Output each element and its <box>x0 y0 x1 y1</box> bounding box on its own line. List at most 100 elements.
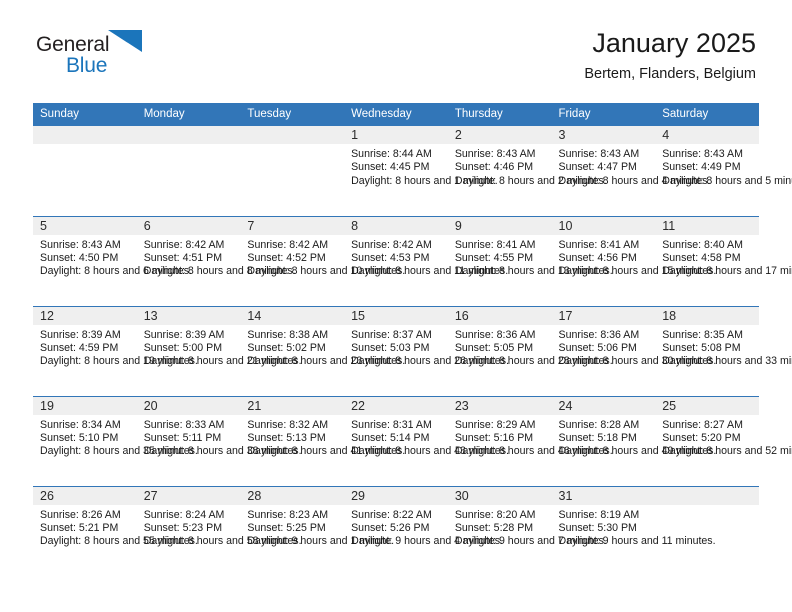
day-number <box>136 126 241 144</box>
calendar-day-cell[interactable]: 9 Sunrise: 8:41 AM Sunset: 4:55 PM Daylight… <box>447 215 613 306</box>
day-number: 24 <box>551 396 656 415</box>
daylight-text: Daylight: 8 hours and 46 minutes. <box>454 445 613 458</box>
day-number: 19 <box>33 396 137 415</box>
day-details: Sunrise: 8:40 AM Sunset: 4:58 PM Daylight:… <box>655 235 792 279</box>
day-details: Sunrise: 8:36 AM Sunset: 5:06 PM Daylight:… <box>552 325 717 369</box>
calendar-day-cell[interactable]: 17 Sunrise: 8:36 AM Sunset: 5:06 PM Dayligh… <box>551 305 717 396</box>
day-details: Sunrise: 8:42 AM Sunset: 4:52 PM Daylight:… <box>240 235 405 279</box>
day-number: 1 <box>344 126 448 144</box>
sunrise-text: Sunrise: 8:36 AM <box>558 328 640 341</box>
calendar-day-cell[interactable]: 6 Sunrise: 8:42 AM Sunset: 4:51 PM Daylight… <box>136 215 296 306</box>
daylight-text: Daylight: 8 hours and 19 minutes. <box>40 355 198 368</box>
day-details: Sunrise: 8:43 AM Sunset: 4:47 PM Daylight:… <box>552 144 711 188</box>
calendar-day-cell[interactable]: 14 Sunrise: 8:38 AM Sunset: 5:02 PM Dayligh… <box>240 305 405 396</box>
calendar-day-cell[interactable]: 19 Sunrise: 8:34 AM Sunset: 5:10 PM Dayligh… <box>33 395 198 486</box>
calendar-day-cell[interactable]: 26 Sunrise: 8:26 AM Sunset: 5:21 PM Dayligh… <box>33 485 198 576</box>
daylight-text: Daylight: 8 hours and 52 minutes. <box>662 445 792 458</box>
day-details: Sunrise: 8:42 AM Sunset: 4:53 PM Daylight:… <box>344 235 509 279</box>
day-number: 7 <box>240 216 345 235</box>
calendar-week-row: 5 Sunrise: 8:43 AM Sunset: 4:50 PM Daylight… <box>33 215 792 306</box>
daylight-text: Daylight: 8 hours and 58 minutes. <box>143 535 302 548</box>
calendar-day-cell[interactable]: 18 Sunrise: 8:35 AM Sunset: 5:08 PM Dayligh… <box>655 305 792 396</box>
sunrise-text: Sunrise: 8:41 AM <box>558 238 640 251</box>
day-details: Sunrise: 8:41 AM Sunset: 4:55 PM Daylight:… <box>448 235 613 279</box>
calendar-cell-empty <box>33 126 137 216</box>
calendar-day-cell[interactable]: 21 Sunrise: 8:32 AM Sunset: 5:13 PM Dayligh… <box>240 395 405 486</box>
sunrise-text: Sunrise: 8:28 AM <box>558 418 640 431</box>
calendar-day-cell[interactable]: 5 Sunrise: 8:43 AM Sunset: 4:50 PM Daylight… <box>33 215 192 306</box>
calendar-day-cell[interactable]: 20 Sunrise: 8:33 AM Sunset: 5:11 PM Dayligh… <box>136 395 302 486</box>
calendar-day-cell[interactable]: 12 Sunrise: 8:39 AM Sunset: 4:59 PM Dayligh… <box>33 305 198 396</box>
daylight-text: Daylight: 8 hours and 38 minutes. <box>143 445 302 458</box>
sunrise-text: Sunrise: 8:43 AM <box>558 148 640 160</box>
daylight-text: Daylight: 8 hours and 13 minutes. <box>454 265 613 278</box>
daylight-text: Daylight: 8 hours and 11 minutes. <box>351 265 509 278</box>
calendar-day-cell[interactable]: 22 Sunrise: 8:31 AM Sunset: 5:14 PM Dayligh… <box>344 395 509 486</box>
calendar-body: 1 Sunrise: 8:44 AM Sunset: 4:45 PM Daylight… <box>33 126 792 576</box>
day-details: Sunrise: 8:27 AM Sunset: 5:20 PM Daylight:… <box>655 415 792 459</box>
calendar-day-cell[interactable]: 11 Sunrise: 8:40 AM Sunset: 4:58 PM Dayligh… <box>655 215 792 306</box>
day-details: Sunrise: 8:38 AM Sunset: 5:02 PM Daylight:… <box>240 325 405 369</box>
sunrise-text: Sunrise: 8:43 AM <box>662 148 743 160</box>
calendar-day-cell[interactable]: 31 Sunrise: 8:19 AM Sunset: 5:30 PM Dayligh… <box>551 485 716 576</box>
calendar-day-cell[interactable]: 24 Sunrise: 8:28 AM Sunset: 5:18 PM Dayligh… <box>551 395 716 486</box>
day-number: 5 <box>33 216 137 235</box>
calendar-day-cell[interactable]: 4 Sunrise: 8:43 AM Sunset: 4:49 PM Daylight… <box>655 126 792 216</box>
weekday-header-monday: Monday <box>136 103 241 126</box>
calendar-day-cell[interactable]: 3 Sunrise: 8:43 AM Sunset: 4:47 PM Daylight… <box>551 126 711 216</box>
weekday-header-wednesday: Wednesday <box>344 103 448 126</box>
general-blue-logo[interactable]: General Blue <box>36 30 166 84</box>
sunset-text: Sunset: 5:21 PM <box>40 521 119 534</box>
calendar-day-cell[interactable]: 7 Sunrise: 8:42 AM Sunset: 4:52 PM Daylight… <box>240 215 405 306</box>
calendar-cell-empty <box>655 485 759 576</box>
day-details: Sunrise: 8:20 AM Sunset: 5:28 PM Daylight:… <box>448 505 607 549</box>
sunset-text: Sunset: 4:59 PM <box>40 341 119 354</box>
sunrise-text: Sunrise: 8:27 AM <box>662 418 743 431</box>
day-number: 30 <box>447 486 552 505</box>
sunrise-text: Sunrise: 8:24 AM <box>143 508 225 521</box>
daylight-text: Daylight: 8 hours and 30 minutes. <box>558 355 717 368</box>
sunrise-text: Sunrise: 8:42 AM <box>143 238 225 251</box>
daylight-text: Daylight: 9 hours and 1 minute. <box>247 535 395 548</box>
day-details: Sunrise: 8:43 AM Sunset: 4:46 PM Daylight:… <box>448 144 607 188</box>
sunset-text: Sunset: 5:23 PM <box>143 521 223 534</box>
sunrise-text: Sunrise: 8:41 AM <box>454 238 536 251</box>
day-details: Sunrise: 8:24 AM Sunset: 5:23 PM Daylight:… <box>137 505 302 549</box>
page-subtitle: Bertem, Flanders, Belgium <box>584 66 756 83</box>
sunrise-text: Sunrise: 8:33 AM <box>143 418 225 431</box>
calendar-day-cell[interactable]: 25 Sunrise: 8:27 AM Sunset: 5:20 PM Dayligh… <box>655 395 792 486</box>
sunset-text: Sunset: 5:26 PM <box>351 521 430 534</box>
calendar-page: General Blue January 2025 Bertem, Flande… <box>0 0 792 612</box>
calendar-day-cell[interactable]: 2 Sunrise: 8:43 AM Sunset: 4:46 PM Daylight… <box>447 126 607 216</box>
daylight-text: Daylight: 8 hours and 6 minutes. <box>40 265 192 278</box>
calendar-day-cell[interactable]: 13 Sunrise: 8:39 AM Sunset: 5:00 PM Dayligh… <box>136 305 302 396</box>
sunset-text: Sunset: 5:11 PM <box>143 431 222 444</box>
calendar-day-cell[interactable]: 23 Sunrise: 8:29 AM Sunset: 5:16 PM Dayligh… <box>447 395 613 486</box>
daylight-text: Daylight: 9 hours and 11 minutes. <box>558 535 716 548</box>
calendar-day-cell[interactable]: 8 Sunrise: 8:42 AM Sunset: 4:53 PM Daylight… <box>344 215 509 306</box>
day-details: Sunrise: 8:32 AM Sunset: 5:13 PM Daylight:… <box>240 415 405 459</box>
calendar-day-cell[interactable]: 16 Sunrise: 8:36 AM Sunset: 5:05 PM Dayligh… <box>447 305 613 396</box>
calendar-day-cell[interactable]: 27 Sunrise: 8:24 AM Sunset: 5:23 PM Dayligh… <box>136 485 302 576</box>
daylight-text: Daylight: 8 hours and 8 minutes. <box>143 265 296 278</box>
sunrise-text: Sunrise: 8:38 AM <box>247 328 329 341</box>
day-number: 4 <box>655 126 759 144</box>
day-number: 17 <box>551 306 656 325</box>
calendar-day-cell[interactable]: 29 Sunrise: 8:22 AM Sunset: 5:26 PM Dayligh… <box>344 485 503 576</box>
calendar-day-cell[interactable]: 30 Sunrise: 8:20 AM Sunset: 5:28 PM Dayligh… <box>447 485 607 576</box>
calendar-day-cell[interactable]: 15 Sunrise: 8:37 AM Sunset: 5:03 PM Dayligh… <box>344 305 509 396</box>
weekday-header-friday: Friday <box>551 103 656 126</box>
calendar-day-cell[interactable]: 28 Sunrise: 8:23 AM Sunset: 5:25 PM Dayligh… <box>240 485 395 576</box>
day-details: Sunrise: 8:41 AM Sunset: 4:56 PM Daylight:… <box>552 235 717 279</box>
calendar-day-cell[interactable]: 1 Sunrise: 8:44 AM Sunset: 4:45 PM Daylight… <box>344 126 498 216</box>
day-number <box>240 126 345 144</box>
sunset-text: Sunset: 4:52 PM <box>247 251 326 264</box>
logo-text-general: General <box>36 33 110 56</box>
calendar-week-row: 19 Sunrise: 8:34 AM Sunset: 5:10 PM Dayligh… <box>33 395 792 486</box>
day-details: Sunrise: 8:44 AM Sunset: 4:45 PM Daylight:… <box>344 144 498 188</box>
calendar-day-cell[interactable]: 10 Sunrise: 8:41 AM Sunset: 4:56 PM Dayligh… <box>551 215 717 306</box>
day-number: 22 <box>344 396 448 415</box>
day-number: 8 <box>344 216 448 235</box>
sunset-text: Sunset: 5:13 PM <box>247 431 326 444</box>
day-number: 25 <box>655 396 759 415</box>
